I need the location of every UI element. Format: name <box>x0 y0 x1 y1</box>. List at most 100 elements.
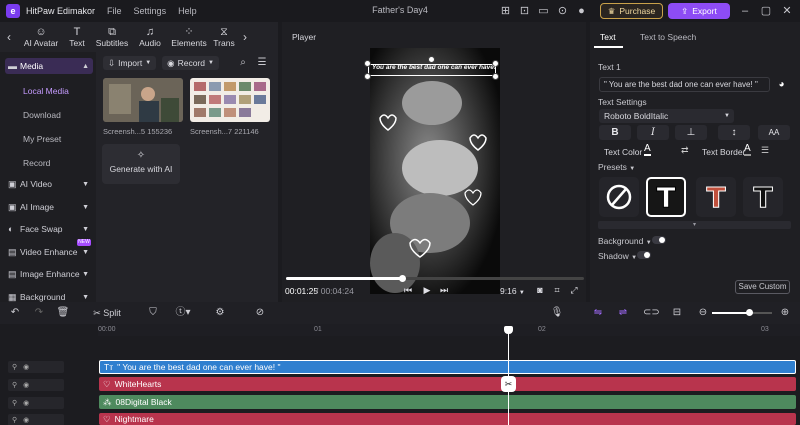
purchase-button[interactable]: ♛ Purchase <box>600 3 663 19</box>
tab-text-to-speech[interactable]: Text to Speech <box>640 32 696 42</box>
fullscreen-icon[interactable]: ⤢ <box>568 285 580 296</box>
zoom-slider[interactable] <box>712 309 772 316</box>
minimize-icon[interactable]: – <box>737 3 753 19</box>
nav-ai-video[interactable]: ▣ AI Video ▼ <box>5 176 93 192</box>
lock-icon[interactable]: ⚲ <box>12 399 17 407</box>
cart-icon[interactable]: ⊡ <box>517 4 532 18</box>
nav-media[interactable]: ▬ Media ▲ <box>5 58 93 74</box>
text-tool-dropdown[interactable]: ⓣ▾ <box>171 306 195 320</box>
import-dropdown[interactable]: ⇩ Import ▼ <box>103 56 157 70</box>
split-here-icon[interactable]: ✂ <box>501 376 516 392</box>
gift-icon[interactable]: ⊞ <box>498 4 513 18</box>
text-content-field[interactable]: " You are the best dad one can ever have… <box>599 77 770 92</box>
user-avatar-icon[interactable]: ● <box>574 4 589 18</box>
font-select[interactable]: Roboto BoldItalic ▼ <box>599 109 734 123</box>
zoom-out-icon[interactable]: ⊖ <box>697 306 709 320</box>
background-toggle[interactable] <box>652 236 666 244</box>
redo-icon[interactable]: ↷ <box>32 306 46 320</box>
tool-ai-avatar[interactable]: ☺ AI Avatar <box>18 26 64 48</box>
menu-settings[interactable]: Settings <box>134 6 167 16</box>
snapshot-icon[interactable]: ◙ <box>534 285 546 295</box>
playhead[interactable] <box>504 326 513 334</box>
previous-frame-icon[interactable]: ⏮ <box>402 285 414 296</box>
preset-white-outline[interactable]: T <box>646 177 686 217</box>
preset-none[interactable] <box>599 177 639 217</box>
link-icon[interactable]: ⇌ <box>616 306 630 320</box>
search-icon[interactable]: ⌕ <box>236 57 250 71</box>
align-button[interactable]: ⊥ <box>675 125 707 140</box>
presets-expand[interactable]: ▾ <box>598 221 791 229</box>
chain-icon[interactable]: ⊂⊃ <box>643 306 660 320</box>
tool-text[interactable]: T Text <box>64 26 90 48</box>
microphone-icon[interactable]: 🎙 <box>550 306 564 320</box>
tool-elements[interactable]: ⁘ Elements <box>166 26 212 48</box>
generate-with-ai-button[interactable]: ✧ Generate with AI <box>102 144 180 184</box>
media-thumbnail-1[interactable] <box>103 78 183 122</box>
lock-icon[interactable]: ⚲ <box>12 363 17 371</box>
video-preview[interactable] <box>370 48 500 294</box>
crop-icon[interactable]: ⌗ <box>551 285 563 296</box>
effect-clip[interactable]: ♡ WhiteHearts <box>99 377 796 391</box>
timeline-ruler[interactable]: 00:00 01 02 03 <box>98 324 800 336</box>
maximize-icon[interactable]: ▢ <box>758 3 774 19</box>
nav-my-preset[interactable]: My Preset <box>23 134 61 144</box>
aspect-ratio-select[interactable]: 9:16 ▼ <box>500 286 525 296</box>
delete-icon[interactable]: 🗑 <box>56 306 70 320</box>
speed-icon[interactable]: ⊘ <box>253 306 267 320</box>
effect-clip[interactable]: ♡ Nightmare <box>99 413 796 425</box>
ai-tool-icon[interactable]: ⚙ <box>213 306 227 320</box>
download-icon[interactable]: ⊙ <box>555 4 570 18</box>
nav-record[interactable]: Record <box>23 158 50 168</box>
text-color-swatch[interactable]: A <box>644 144 651 156</box>
undo-icon[interactable]: ↶ <box>8 306 22 320</box>
line-spacing-button[interactable]: ↕ <box>718 125 750 140</box>
save-custom-button[interactable]: Save Custom <box>735 280 790 294</box>
nav-download[interactable]: Download <box>23 110 61 120</box>
sort-icon[interactable]: ☰ <box>255 57 269 71</box>
swap-icon[interactable]: ⇄ <box>681 145 689 156</box>
split-button[interactable]: ✂ Split <box>88 306 126 320</box>
tool-transition[interactable]: ⧖ Trans <box>212 26 236 48</box>
toolbar-next-icon[interactable]: › <box>236 30 254 44</box>
preset-black-outline[interactable]: T <box>743 177 783 217</box>
media-thumbnail-2[interactable] <box>190 78 270 122</box>
menu-help[interactable]: Help <box>178 6 197 16</box>
lock-icon[interactable]: ⚲ <box>12 416 17 424</box>
export-button[interactable]: ⇪ Export <box>668 3 730 19</box>
tool-audio[interactable]: ♫ Audio <box>134 26 166 48</box>
preset-red[interactable]: T <box>696 177 736 217</box>
next-frame-icon[interactable]: ⏭ <box>438 285 450 296</box>
menu-file[interactable]: File <box>107 6 122 16</box>
nav-ai-image[interactable]: ▣ AI Image ▼ <box>5 199 93 215</box>
nav-background[interactable]: ▦ Background ▼ <box>5 289 93 303</box>
message-icon[interactable]: ▭ <box>536 4 551 18</box>
toolbar-prev-icon[interactable]: ‹ <box>0 30 18 44</box>
playback-progress[interactable] <box>286 275 584 282</box>
record-dropdown[interactable]: ◉ Record ▼ <box>162 56 219 70</box>
visibility-icon[interactable]: ◉ <box>23 399 29 407</box>
visibility-icon[interactable]: ◉ <box>23 363 29 371</box>
resize-handle[interactable] <box>492 73 499 80</box>
nav-face-swap[interactable]: ◐ Face Swap ▼ <box>5 221 93 237</box>
snap-icon[interactable]: ⇋ <box>591 306 605 320</box>
italic-button[interactable]: I <box>637 125 669 140</box>
shadow-toggle[interactable] <box>637 251 651 259</box>
mask-icon[interactable]: ⛉ <box>146 306 160 320</box>
border-width-icon[interactable]: ☰ <box>761 145 769 156</box>
tool-subtitles[interactable]: ⧉ Subtitles <box>90 26 134 48</box>
visibility-icon[interactable]: ◉ <box>23 416 29 424</box>
lock-icon[interactable]: ⚲ <box>12 381 17 389</box>
filter-clip[interactable]: ⁂ 08Digital Black <box>99 395 796 409</box>
zoom-knob[interactable] <box>746 309 754 316</box>
tab-text[interactable]: Text <box>600 32 616 42</box>
nav-image-enhance[interactable]: ▤ Image Enhance ▼ <box>5 266 93 282</box>
fit-icon[interactable]: ⊟ <box>670 306 684 320</box>
zoom-in-icon[interactable]: ⊕ <box>779 306 791 320</box>
resize-handle[interactable] <box>364 73 371 80</box>
nav-local-media[interactable]: Local Media <box>23 86 69 96</box>
case-button[interactable]: AA <box>758 125 790 140</box>
nav-video-enhance[interactable]: ▤ Video Enhance ▼ <box>5 244 93 260</box>
overlay-caption[interactable]: You are the best dad one can ever have! <box>369 64 499 71</box>
ai-writer-icon[interactable]: ◕ <box>774 77 789 92</box>
bold-button[interactable]: B <box>599 125 631 140</box>
